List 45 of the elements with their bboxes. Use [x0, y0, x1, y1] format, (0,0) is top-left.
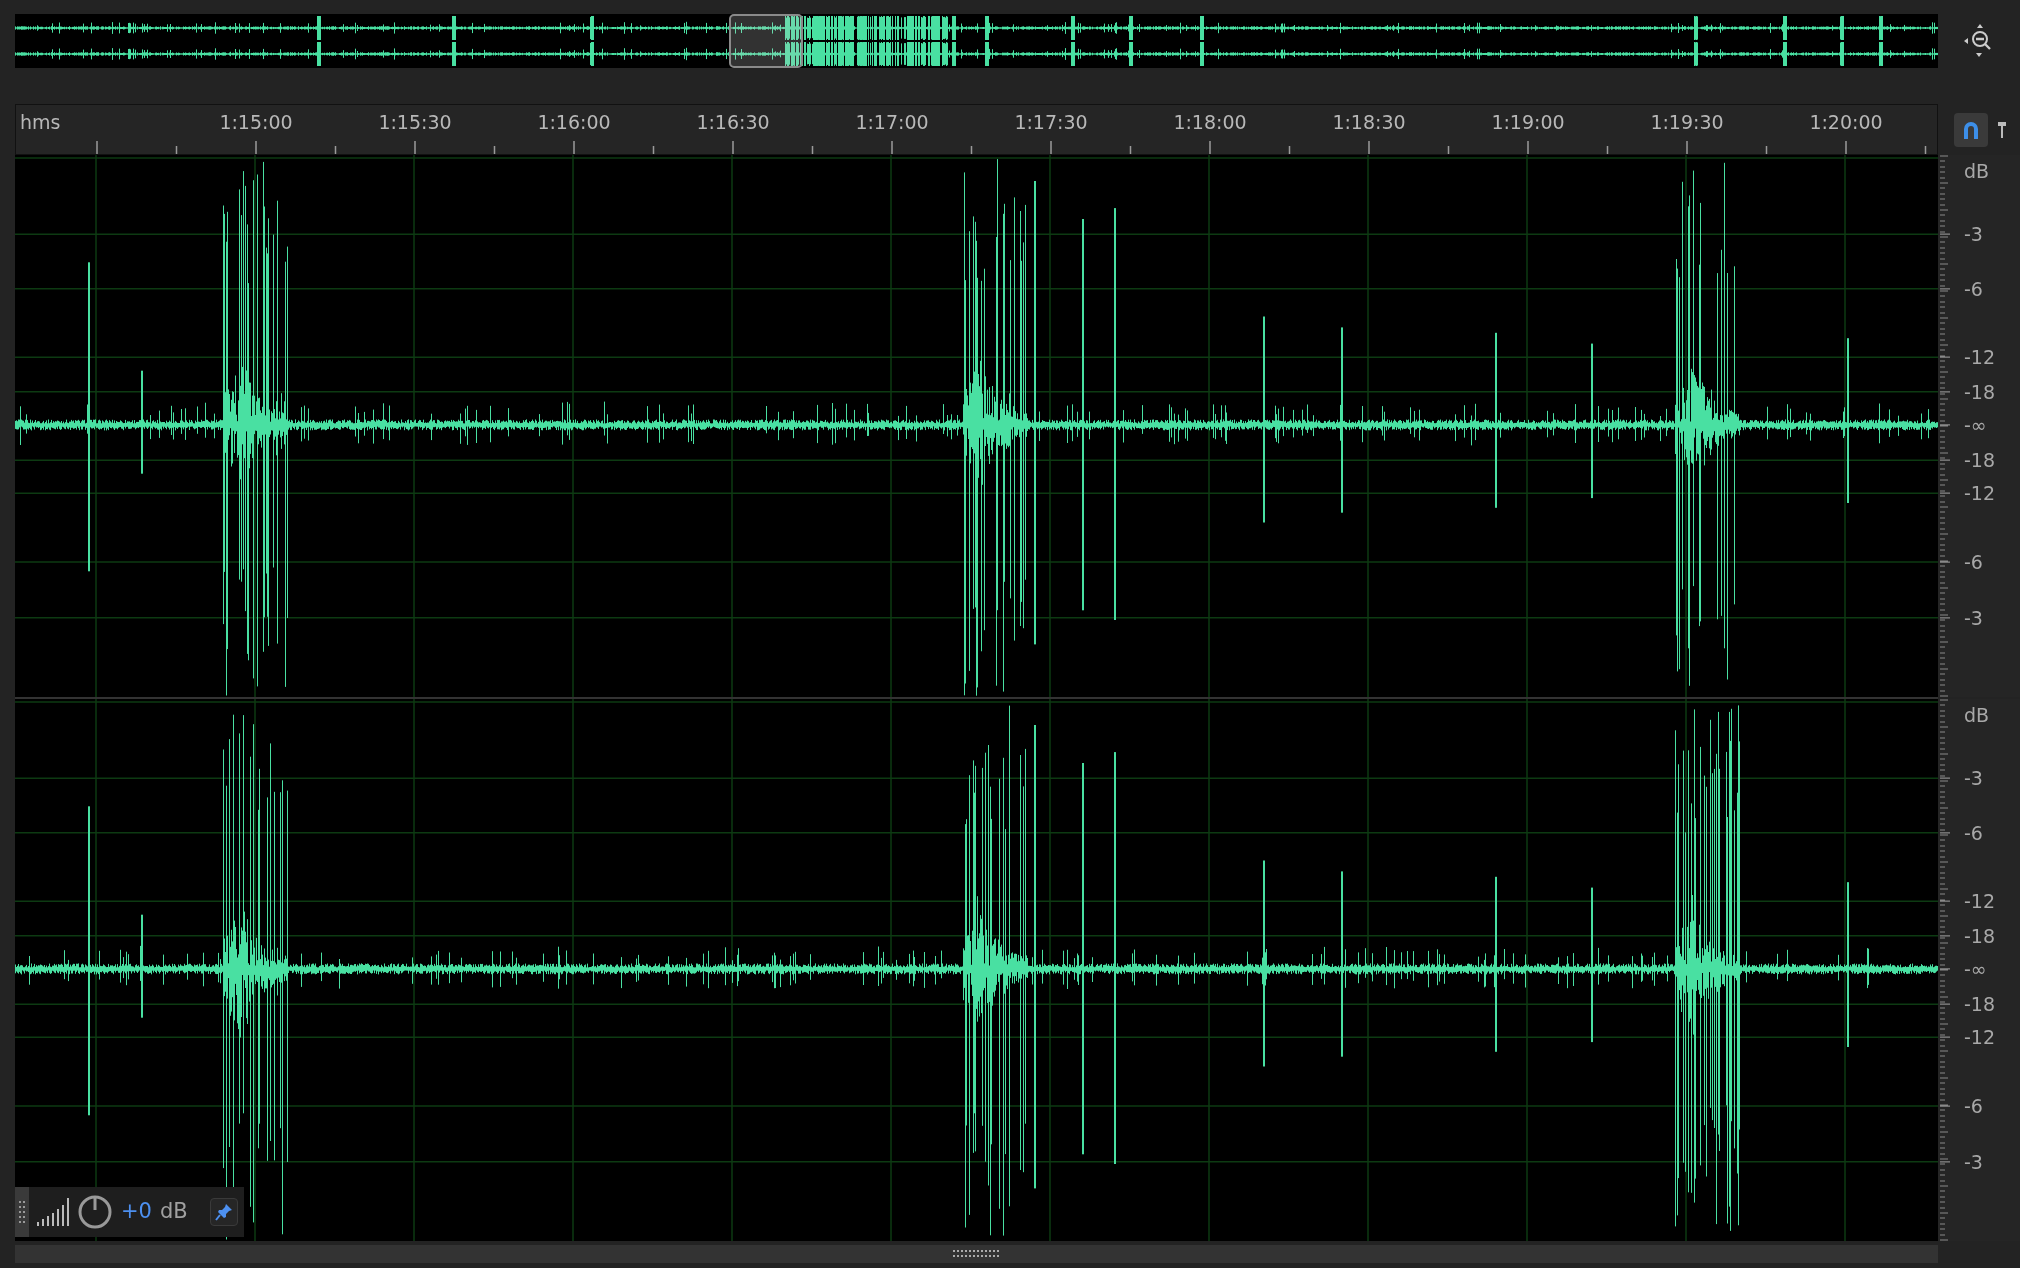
scale-label: -18: [1964, 381, 1996, 403]
time-label: 1:19:30: [1650, 111, 1724, 134]
pin-button[interactable]: [209, 1198, 238, 1226]
snap-button[interactable]: [1954, 112, 1988, 147]
scale-label: -12: [1964, 890, 1996, 912]
scale-label: -12: [1964, 482, 1996, 504]
viewport-handle[interactable]: [729, 14, 803, 68]
tool-icon[interactable]: [1998, 119, 2006, 141]
grip-icon: [19, 1201, 25, 1223]
scale-label: -6: [1964, 278, 1983, 300]
time-label: 1:18:30: [1332, 111, 1406, 134]
time-label: 1:20:00: [1809, 111, 1883, 134]
scale-label: -∞: [1964, 958, 1987, 980]
scale-unit: dB: [1964, 160, 1990, 182]
gain-unit: dB: [159, 1198, 188, 1226]
scale-label: -3: [1964, 223, 1983, 245]
scale-label: -6: [1964, 551, 1983, 573]
time-label: 1:18:00: [1173, 111, 1247, 134]
scale-label: -18: [1964, 925, 1996, 947]
time-label: 1:19:00: [1491, 111, 1565, 134]
grip-icon: [952, 1250, 1001, 1258]
scale-label: -18: [1964, 993, 1996, 1015]
volume-knob[interactable]: [77, 1194, 113, 1230]
time-label: 1:17:00: [855, 111, 929, 134]
scale-label: -3: [1964, 767, 1983, 789]
level-bars-icon: [37, 1198, 69, 1226]
pin-icon: [214, 1203, 233, 1221]
scale-label: -3: [1964, 607, 1983, 629]
time-label: 1:15:30: [378, 111, 452, 134]
gain-value[interactable]: +0: [121, 1196, 152, 1228]
scale-label: -∞: [1964, 414, 1987, 436]
time-label: 1:15:00: [219, 111, 293, 134]
time-label: 1:17:30: [1014, 111, 1088, 134]
scale-label: -12: [1964, 1026, 1996, 1048]
scale-label: -12: [1964, 346, 1996, 368]
scale-label: -6: [1964, 822, 1983, 844]
drag-handle[interactable]: [15, 1187, 29, 1237]
time-label: 1:16:30: [696, 111, 770, 134]
scale-label: -6: [1964, 1095, 1983, 1117]
ruler-unit: hms: [20, 111, 61, 134]
scale-label: -18: [1964, 449, 1996, 471]
horizontal-scrollbar[interactable]: [15, 1245, 1938, 1263]
scale-unit: dB: [1964, 704, 1990, 726]
scale-label: -3: [1964, 1151, 1983, 1173]
time-label: 1:16:00: [537, 111, 611, 134]
